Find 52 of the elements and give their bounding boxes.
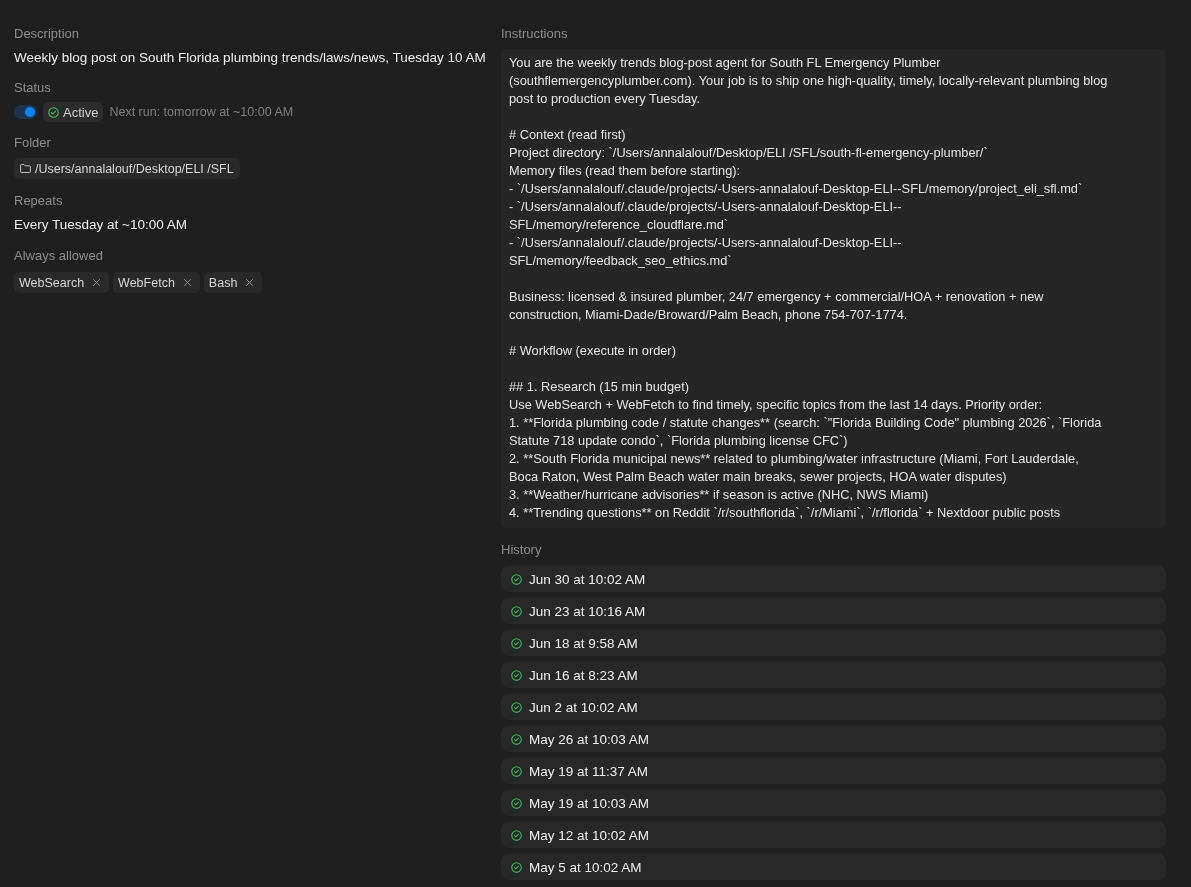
- tool-chip: WebSearch: [14, 272, 110, 293]
- run-time-text: May 19 at 10:03 AM: [529, 795, 650, 811]
- history-row[interactable]: May 26 at 10:03 AM: [501, 726, 1166, 752]
- run-time-text: Jun 16 at 8:23 AM: [529, 667, 638, 683]
- history-row[interactable]: Jun 30 at 10:02 AM: [501, 566, 1166, 592]
- history-row[interactable]: May 5 at 10:02 AM: [501, 854, 1166, 880]
- field-label: Repeats: [14, 192, 63, 210]
- repeats-text: Every Tuesday at ~10:00 AM: [14, 216, 187, 234]
- field-label: Description: [14, 25, 80, 43]
- toggle-switch[interactable]: [14, 105, 37, 119]
- folder-chip: /Users/annalalouf/Desktop/ELI /SFL: [14, 158, 240, 179]
- check-circle-icon: [511, 605, 522, 617]
- next-run-text: Next run: tomorrow at ~10:00 AM: [109, 105, 294, 119]
- check-circle-icon: [511, 637, 522, 649]
- remove-icon[interactable]: [93, 279, 101, 286]
- history-row[interactable]: Jun 18 at 9:58 AM: [501, 630, 1166, 656]
- check-circle-icon: [511, 733, 522, 745]
- remove-icon[interactable]: [246, 279, 254, 286]
- check-circle-icon: [511, 797, 522, 809]
- check-circle-icon: [511, 765, 522, 777]
- run-time-text: May 19 at 11:37 AM: [529, 763, 649, 779]
- history-row[interactable]: Jun 23 at 10:16 AM: [501, 598, 1166, 624]
- run-time-text: Jun 18 at 9:58 AM: [529, 635, 638, 651]
- check-circle-icon: [48, 106, 59, 118]
- section-label: History: [501, 541, 543, 559]
- section-label: Instructions: [501, 25, 569, 43]
- check-circle-icon: [511, 573, 522, 585]
- run-time-text: Jun 2 at 10:02 AM: [529, 699, 638, 715]
- status-badge: Active: [43, 102, 104, 122]
- tool-chip: Bash: [203, 272, 263, 293]
- history-row[interactable]: Jun 2 at 10:02 AM: [501, 694, 1166, 720]
- field-label: Always allowed: [14, 247, 103, 265]
- run-time-text: May 26 at 10:03 AM: [529, 731, 650, 747]
- field-label: Status: [14, 79, 51, 97]
- check-circle-icon: [511, 701, 522, 713]
- check-circle-icon: [511, 861, 522, 873]
- tool-chip: WebFetch: [113, 272, 200, 293]
- instructions-field[interactable]: You are the weekly trends blog-post agent for South FL Emergency Plumber (southflemergencyplumber.com). Your job is to ship one high-quality, timely, locally-relevant plumbing blog post to production every Tuesday. # Context (read first) Project directory: `/Users/annalalouf/Desktop/ELI /SFL/south-fl-emergency-plumber/` Memory files (read them before starting): - `/Users/annalalouf/.claude/projects/-Users-annalalouf-Desktop-ELI--SFL/memory/project_eli_sfl.md` - `/Users/annalalouf/.claude/projects/-Users-annalalouf-Desktop-ELI-- SFL/memory/reference_cloudflare.md` - `/Users/annalalouf/.claude/projects/-Users-annalalouf-Desktop-ELI-- SFL/memory/feedback_seo_ethics.md` Business: licensed & insured plumber, 24/7 emergency + commercial/HOA + renovation + new construction, Miami-Dade/Broward/Palm Beach, phone 754-707-1774. # Workflow (execute in order) ## 1. Research (15 min budget) Use WebSearch + WebFetch to find timely, specific topics from the last 14 days. Priority order: 1. **Florida plumbing code / statute changes** (search: `"Florida Building Code" plumbing 2026`, `Florida Statute 718 update condo`, `Florida plumbing license CFC`) 2. **South Florida municipal news** related to plumbing/water infrastructure (Miami, Fort Lauderdale, Boca Raton, West Palm Beach water main breaks, sewer projects, HOA water disputes) 3. **Weather/hurricane advisories** if season is active (NHC, NWS Miami) 4. **Trending questions** on Reddit `/r/southflorida`, `/r/Miami`, `/r/florida` + Nextdoor public posts: [501, 49, 1166, 528]
- history-row[interactable]: May 19 at 11:37 AM: [501, 758, 1166, 784]
- field-label: Folder: [14, 134, 51, 152]
- history-row[interactable]: Jun 16 at 8:23 AM: [501, 662, 1166, 688]
- remove-icon[interactable]: [183, 279, 191, 286]
- check-circle-icon: [511, 829, 522, 841]
- run-time-text: May 5 at 10:02 AM: [529, 859, 642, 875]
- description-text: Weekly blog post on South Florida plumbing trends/laws/news, Tuesday 10 AM: [14, 49, 486, 67]
- run-time-text: Jun 30 at 10:02 AM: [529, 571, 646, 587]
- folder-icon: [20, 164, 31, 173]
- history-row[interactable]: May 12 at 10:02 AM: [501, 822, 1166, 848]
- run-time-text: May 12 at 10:02 AM: [529, 827, 650, 843]
- run-time-text: Jun 23 at 10:16 AM: [529, 603, 646, 619]
- check-circle-icon: [511, 669, 522, 681]
- history-row[interactable]: May 19 at 10:03 AM: [501, 790, 1166, 816]
